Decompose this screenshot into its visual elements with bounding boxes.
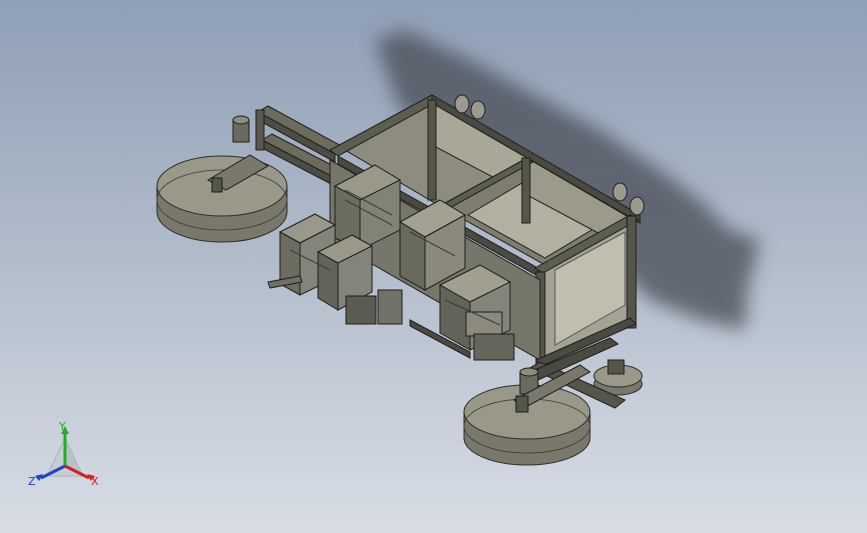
- axis-triad[interactable]: Y X Z: [25, 420, 105, 492]
- axis-x-label: X: [91, 475, 99, 488]
- machine-assembly-model[interactable]: [0, 0, 867, 533]
- cad-graphics-viewport[interactable]: Y X Z: [0, 0, 867, 533]
- left-suction-disc[interactable]: [156, 155, 288, 243]
- axis-y-label: Y: [59, 420, 66, 433]
- axis-z-label: Z: [28, 475, 36, 488]
